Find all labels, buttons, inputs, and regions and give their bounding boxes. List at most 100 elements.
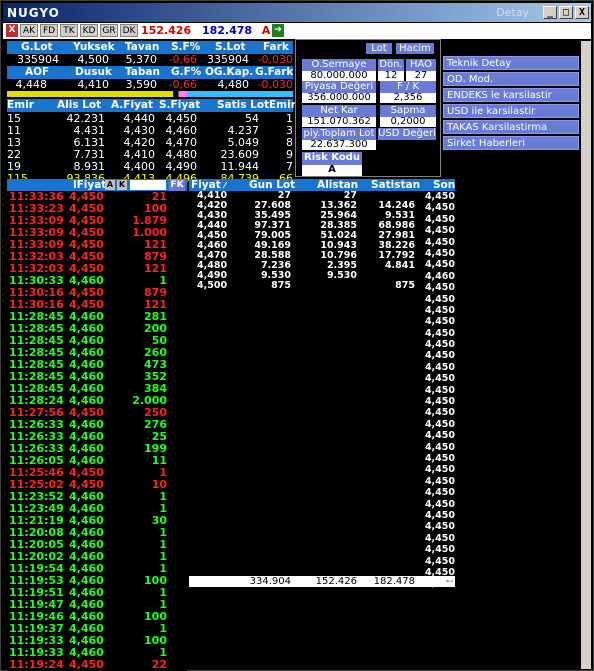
piyasa-label: Piyasa Değeri: [302, 81, 376, 93]
close-window-button[interactable]: X: [575, 6, 589, 19]
depth-panel: Fiyat ⁄ Gun Lot Alistan Satistan 4,410 27…: [189, 179, 455, 589]
usd-degeri-button[interactable]: USD Değeri: [378, 128, 436, 140]
piyasa-value: 356.000.000: [302, 93, 376, 103]
a-indicator: A: [261, 24, 271, 37]
son-value: 4,450: [424, 259, 455, 271]
depth-total-row: 334.904 152.426 182.478 --: [189, 576, 455, 587]
son-value: 4,450: [424, 247, 455, 259]
son-value: 4,450: [424, 350, 455, 362]
son-value: 4,450: [424, 578, 455, 590]
sfiyat-header: S.Fiyat: [159, 99, 201, 111]
blue-volume-value: 182.478: [201, 24, 253, 37]
son-value: 4,450: [424, 464, 455, 476]
son-value: 4,450: [424, 566, 455, 578]
hao-label: HAO: [406, 59, 436, 71]
son-value: 4,450: [424, 293, 455, 305]
tab-kd[interactable]: KD: [80, 24, 98, 37]
sort-icon: ⁄: [224, 181, 226, 190]
trades-panel: lFiyat A K FK 11:33:36 4,450 21 11:33:23 4,4…: [7, 179, 187, 671]
menu-endeks[interactable]: ENDEKS le karsilastir: [443, 88, 579, 102]
toolbar: X AK FD TK KD GR DK 152.426 182.478 A ➔: [3, 23, 591, 39]
trades-filter-input[interactable]: [130, 180, 166, 190]
hacim-button[interactable]: Hacim: [396, 43, 434, 54]
red-volume-value: 152.426: [141, 24, 192, 37]
son-value: 4,450: [424, 202, 455, 214]
dusuk-value: 4,410: [77, 78, 110, 91]
depth-total-alistan: 152.426: [315, 576, 357, 587]
son-value: 4,450: [424, 396, 455, 408]
gf-value: -0,66: [168, 78, 197, 91]
depth-row: 4,470 28.588 10.796 17.792: [189, 251, 455, 261]
alis-lot-header: Alis Lot: [57, 99, 102, 111]
depth-son-header: Son: [433, 179, 456, 191]
piy-toplam-lot-label: piy.Toplam Lot: [302, 128, 376, 140]
maximize-button[interactable]: □: [559, 6, 573, 19]
son-value: 4,450: [424, 191, 455, 202]
net-kar-value: 151.070.362: [302, 117, 376, 127]
son-value: 4,450: [424, 384, 455, 396]
son-value: 4,450: [424, 316, 455, 328]
summary-panel: G.Lot Yuksek Tavan S.F% S.Lot Fark 33590…: [7, 39, 296, 185]
trades-a-button[interactable]: A: [105, 180, 115, 190]
menu-usd[interactable]: USD ile karsilastir: [443, 104, 579, 118]
yuksek-value: 4,500: [77, 53, 110, 66]
trade-lot: 22: [151, 658, 167, 671]
son-value: 4,450: [424, 521, 455, 533]
tab-ak[interactable]: AK: [20, 24, 38, 37]
son-value: 4,450: [424, 213, 455, 225]
tavan-value: 5,370: [125, 53, 158, 66]
main-window: NUGYO Detay _ □ X X AK FD TK KD GR DK 15…: [0, 0, 594, 671]
son-value: 4,450: [424, 225, 455, 237]
son-value: 4,450: [424, 418, 455, 430]
tab-dk[interactable]: DK: [120, 24, 138, 37]
menu-sirket-haberleri[interactable]: Sirket Haberleri: [443, 136, 579, 150]
tab-fd[interactable]: FD: [40, 24, 58, 37]
vertical-scrollbar[interactable]: [581, 41, 591, 669]
o-sermaye-label: O.Sermaye: [302, 59, 376, 71]
title-bar[interactable]: NUGYO Detay _ □ X: [3, 3, 591, 22]
fark-value: -0,030: [257, 53, 293, 66]
tab-tk[interactable]: TK: [60, 24, 78, 37]
son-value: 4,450: [424, 555, 455, 567]
satis-lot-header: Satis Lot: [217, 99, 270, 111]
trades-k-button[interactable]: K: [117, 180, 127, 190]
hao-value: 27: [406, 71, 436, 81]
son-value: 4,450: [424, 487, 455, 499]
minimize-button[interactable]: _: [543, 6, 557, 19]
lot-button[interactable]: Lot: [366, 43, 392, 54]
son-value: 4,450: [424, 430, 455, 442]
risk-kodu-label: Risk Kodu: [302, 152, 362, 165]
son-value: 4,450: [424, 441, 455, 453]
menu-teknik-detay[interactable]: Teknik Detay: [443, 56, 579, 70]
son-value: 4,450: [424, 282, 455, 294]
son-value: 4,450: [424, 532, 455, 544]
son-value: 4,450: [424, 236, 455, 248]
sf-value: -0,66: [168, 53, 197, 66]
depth-gunlot: 875: [271, 280, 291, 291]
don-label: Dön.: [378, 59, 404, 71]
emir-sell-header: Emir: [269, 99, 296, 111]
close-icon[interactable]: X: [6, 24, 18, 37]
side-menu: Teknik Detay OD. Mod. ENDEKS le karsilas…: [443, 56, 579, 152]
trades-list: 11:33:36 4,450 21 11:33:23 4,450 100 11:33:09 4…: [7, 191, 187, 671]
menu-od-mod[interactable]: OD. Mod.: [443, 72, 579, 86]
sapma-value: 0,2000: [380, 117, 436, 127]
son-value: 4,450: [424, 498, 455, 510]
tab-gr[interactable]: GR: [100, 24, 118, 37]
net-kar-label: Net Kar: [302, 105, 376, 117]
emir-buy-header: Emir: [7, 99, 34, 111]
arrow-right-icon[interactable]: ➔: [272, 24, 284, 37]
trades-fk-button[interactable]: FK: [169, 179, 185, 191]
depth-alistan: 9.530: [326, 270, 357, 281]
afiyat-header: A.Fiyat: [111, 99, 154, 111]
depth-price: 4,500: [197, 280, 228, 291]
son-value: 4,450: [424, 373, 455, 385]
trade-row: 11:19:24 4,450 22: [7, 659, 187, 671]
depth-rows: 4,410 27 27 4,420 27.608 13.362 14.246 4,430 35.…: [189, 191, 455, 291]
menu-takas[interactable]: TAKAS Karsilastirma: [443, 120, 579, 134]
price-range-bar: [7, 91, 293, 97]
piy-toplam-lot-value: 22.637.300: [302, 140, 376, 150]
aof-value: 4,448: [15, 78, 48, 91]
depth-total-gunlot: 334.904: [249, 576, 291, 587]
son-value: 4,450: [424, 339, 455, 351]
